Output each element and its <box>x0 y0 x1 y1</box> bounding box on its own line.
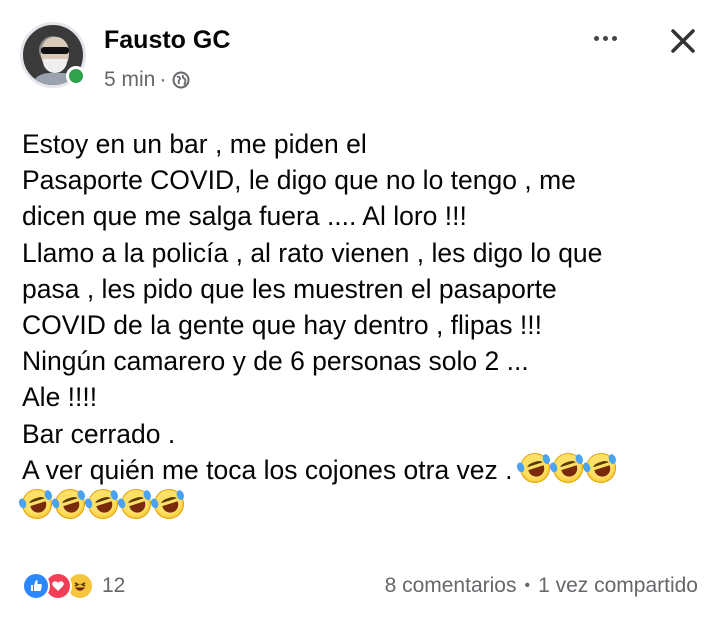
laughing-tears-emoji-icon <box>83 485 122 523</box>
stats-separator: • <box>524 577 531 594</box>
emoji-group <box>17 485 188 523</box>
post-line: Estoy en un bar , me piden el <box>22 129 367 159</box>
globe-icon[interactable] <box>172 71 190 89</box>
laughing-tears-emoji-icon <box>581 448 620 487</box>
online-status-indicator <box>66 66 86 86</box>
post-time[interactable]: 5 min <box>104 68 155 92</box>
post-line: Bar cerrado . <box>22 418 176 449</box>
laughing-tears-emoji-icon <box>50 485 89 523</box>
avatar[interactable] <box>20 22 86 88</box>
facebook-post: Fausto GC 5 min · Estoy en un bar , me p… <box>0 0 720 626</box>
post-line: Llamo a la policía , al rato vienen , le… <box>22 237 603 268</box>
shares-count-link[interactable]: 1 vez compartido <box>538 574 698 598</box>
post-line: pasa , les pido que les muestren el pasa… <box>22 273 557 304</box>
post-line: Ningún camarero y de 6 personas solo 2 .… <box>22 346 529 377</box>
laughing-tears-emoji-icon <box>548 448 587 487</box>
post-meta: 5 min · <box>104 68 190 92</box>
reaction-count: 12 <box>102 574 126 597</box>
more-horizontal-icon[interactable] <box>588 26 622 50</box>
post-line-with-emoji: A ver quién me toca los cojones otra vez… <box>22 448 712 488</box>
like-icon <box>22 572 50 600</box>
post-line: A ver quién me toca los cojones otra vez… <box>22 454 513 485</box>
author-name[interactable]: Fausto GC <box>104 26 230 55</box>
close-icon[interactable] <box>666 24 700 58</box>
laughing-tears-emoji-icon <box>149 485 188 523</box>
emoji-group <box>515 448 620 487</box>
engagement-stats: 8 comentarios • 1 vez compartido <box>385 574 698 598</box>
laughing-tears-emoji-icon <box>116 485 155 523</box>
post-line: dicen que me salga fuera .... Al loro !!… <box>22 201 467 232</box>
reactions-summary[interactable]: 12 <box>22 572 125 600</box>
laughing-tears-emoji-icon <box>515 448 554 487</box>
meta-separator: · <box>159 68 167 91</box>
post-line: Ale !!!! <box>22 382 98 413</box>
post-line: COVID de la gente que hay dentro , flipa… <box>22 310 542 341</box>
post-text: Estoy en un bar , me piden el Pasaporte … <box>17 126 712 524</box>
emoji-line <box>17 485 712 524</box>
laughing-tears-emoji-icon <box>17 485 56 523</box>
comments-count-link[interactable]: 8 comentarios <box>385 574 517 598</box>
post-line: Pasaporte COVID, le digo que no lo tengo… <box>22 165 576 196</box>
